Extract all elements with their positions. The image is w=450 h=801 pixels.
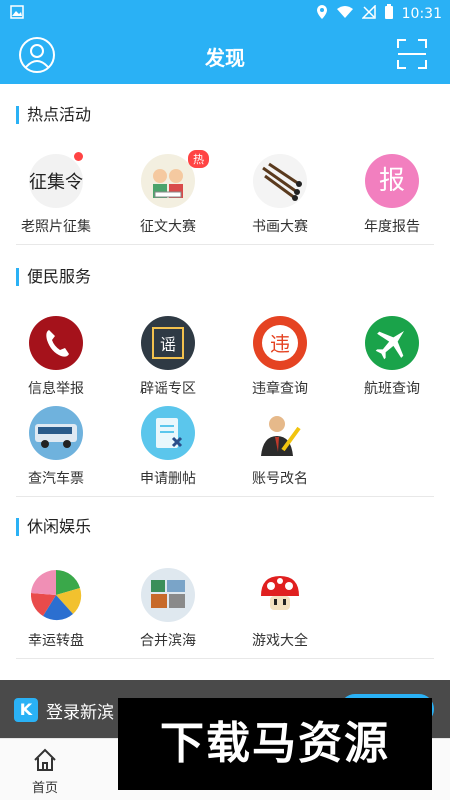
divider xyxy=(16,658,434,659)
wheel-icon xyxy=(29,568,83,622)
gallery-icon xyxy=(10,5,24,23)
status-time: 10:31 xyxy=(401,6,442,22)
airplane-icon xyxy=(365,316,419,370)
app-logo-icon: K xyxy=(14,698,38,722)
item-flight-query[interactable]: 航班查询 xyxy=(336,316,448,398)
item-rename-account[interactable]: 账号改名 xyxy=(224,406,336,488)
item-label: 合并滨海 xyxy=(140,633,196,649)
status-bar: 10:31 xyxy=(0,0,450,26)
item-old-photos[interactable]: 征集令 老照片征集 xyxy=(0,152,112,236)
item-label: 书画大赛 xyxy=(252,219,308,235)
divider xyxy=(16,244,434,245)
item-label: 申请删帖 xyxy=(140,471,196,487)
item-label: 辟谣专区 xyxy=(140,381,196,397)
tab-home[interactable]: 首页 xyxy=(0,739,90,801)
scan-icon[interactable] xyxy=(396,38,428,70)
rename-icon xyxy=(253,406,307,460)
item-label: 老照片征集 xyxy=(21,219,91,235)
rumor-glyph: 谣 xyxy=(160,335,176,354)
mushroom-icon xyxy=(253,568,307,622)
section-title-service: 便民服务 xyxy=(16,268,91,286)
item-label: 查汽车票 xyxy=(28,471,84,487)
kids-reading-icon: 热 xyxy=(141,150,209,208)
item-label: 幸运转盘 xyxy=(28,633,84,649)
item-essay-contest[interactable]: 热 征文大赛 xyxy=(112,150,224,236)
divider xyxy=(16,496,434,497)
bus-icon xyxy=(29,406,83,460)
item-lucky-wheel[interactable]: 幸运转盘 xyxy=(0,568,112,650)
hot-badge: 热 xyxy=(188,150,209,168)
item-label: 游戏大全 xyxy=(252,633,308,649)
violation-icon: 违 xyxy=(253,316,307,370)
wifi-icon xyxy=(336,5,354,23)
item-violation-query[interactable]: 违 违章查询 xyxy=(224,316,336,398)
item-painting-contest[interactable]: 书画大赛 xyxy=(224,154,336,236)
brushes-icon xyxy=(253,154,307,208)
item-label: 航班查询 xyxy=(364,381,420,397)
rumor-icon: 谣 xyxy=(141,316,195,370)
discover-content: 热点活动 征集令 老照片征集 热 征文大赛 书画大赛 报 年度报告 便民服务 信… xyxy=(0,84,450,680)
item-label: 征文大赛 xyxy=(140,219,196,235)
section-title-leisure: 休闲娱乐 xyxy=(16,518,91,536)
puzzle-icon xyxy=(141,568,195,622)
item-rumor-zone[interactable]: 谣 辟谣专区 xyxy=(112,316,224,398)
calligraphy-photo-icon: 征集令 xyxy=(29,152,83,208)
watermark-overlay: 下载马资源 xyxy=(118,698,432,790)
login-text: 登录新滨 xyxy=(46,703,114,723)
item-bus-ticket[interactable]: 查汽车票 xyxy=(0,406,112,488)
battery-icon xyxy=(384,4,394,24)
app-header: 发现 xyxy=(0,26,450,84)
section-title-hot: 热点活动 xyxy=(16,106,91,124)
notification-dot xyxy=(74,152,83,161)
page-title: 发现 xyxy=(205,46,245,70)
item-label: 账号改名 xyxy=(252,471,308,487)
item-merge-binhai[interactable]: 合并滨海 xyxy=(112,568,224,650)
item-label: 信息举报 xyxy=(28,381,84,397)
violation-glyph: 违 xyxy=(270,332,290,356)
report-icon: 报 xyxy=(365,154,419,208)
item-label: 违章查询 xyxy=(252,381,308,397)
item-report-info[interactable]: 信息举报 xyxy=(0,316,112,398)
item-delete-post[interactable]: 申请删帖 xyxy=(112,406,224,488)
report-glyph: 报 xyxy=(378,166,405,196)
delete-post-icon xyxy=(141,406,195,460)
item-games[interactable]: 游戏大全 xyxy=(224,568,336,650)
phone-icon xyxy=(29,316,83,370)
home-icon xyxy=(32,747,58,773)
tab-label: 首页 xyxy=(31,781,58,796)
svg-text:征集令: 征集令 xyxy=(29,172,83,193)
item-annual-report[interactable]: 报 年度报告 xyxy=(336,154,448,236)
item-label: 年度报告 xyxy=(364,219,420,235)
no-signal-icon xyxy=(360,4,376,23)
location-icon xyxy=(316,4,328,24)
